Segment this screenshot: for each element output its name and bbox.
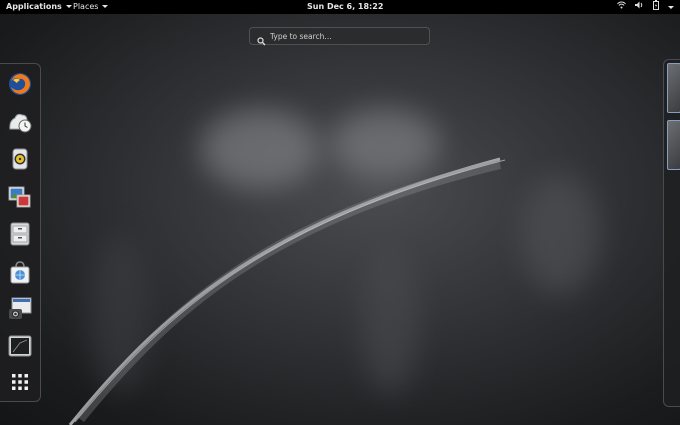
workspace-switcher xyxy=(663,59,680,407)
search-field[interactable] xyxy=(249,27,430,46)
places-menu[interactable]: Places xyxy=(73,0,109,14)
files-icon[interactable] xyxy=(8,222,32,246)
rhythmbox-icon[interactable] xyxy=(8,147,32,171)
evolution-icon[interactable] xyxy=(8,109,32,133)
shotwell-icon[interactable] xyxy=(8,185,32,209)
firefox-icon[interactable] xyxy=(8,72,32,96)
desktop-wallpaper xyxy=(0,14,680,425)
wifi-icon xyxy=(617,0,626,14)
terminal-icon[interactable] xyxy=(8,334,32,358)
battery-icon xyxy=(653,0,659,15)
search-input[interactable] xyxy=(270,30,420,42)
show-apps-icon[interactable] xyxy=(8,370,32,394)
search-icon xyxy=(257,31,266,50)
screenshot-icon[interactable] xyxy=(8,297,32,321)
workspace-thumbnail[interactable] xyxy=(667,120,680,170)
top-bar: Applications Places Sun Dec 6, 18:22 xyxy=(0,0,680,14)
system-status-area[interactable] xyxy=(617,0,674,14)
workspace-thumbnail[interactable] xyxy=(667,63,680,113)
clock[interactable]: Sun Dec 6, 18:22 xyxy=(307,0,383,14)
volume-icon xyxy=(635,0,644,14)
applications-menu[interactable]: Applications xyxy=(6,0,72,14)
places-label: Places xyxy=(73,2,99,11)
chevron-down-icon xyxy=(102,5,109,8)
chevron-down-icon xyxy=(668,5,674,9)
dash xyxy=(0,63,41,402)
applications-label: Applications xyxy=(6,2,62,11)
software-icon[interactable] xyxy=(8,260,32,284)
chevron-down-icon xyxy=(65,5,72,8)
